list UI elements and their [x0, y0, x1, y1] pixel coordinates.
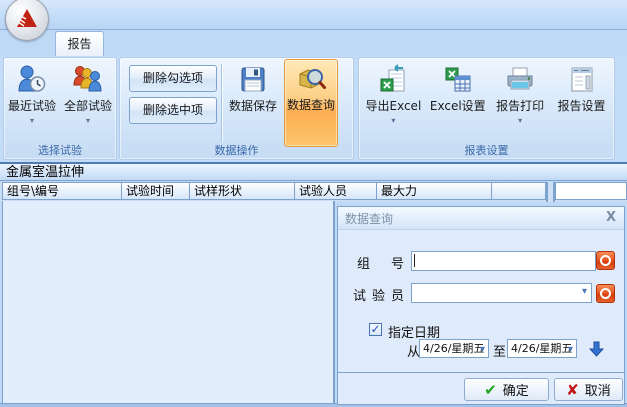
group-number-label: 组 号	[357, 253, 404, 272]
column-header-group-id[interactable]: 组号\编号	[2, 182, 122, 200]
chevron-down-icon: ▾	[518, 116, 522, 125]
excel-settings-button[interactable]: Excel设置	[428, 61, 488, 145]
ribbon-group-select-test: 最近试验 ▾ 全部试验 ▾	[3, 57, 117, 160]
text-caret	[414, 254, 415, 267]
right-pane-header	[555, 182, 627, 200]
tab-report[interactable]: 报告	[55, 31, 104, 57]
data-query-button[interactable]: 数据查询	[284, 59, 338, 147]
save-floppy-icon	[236, 61, 270, 99]
excel-settings-icon	[441, 61, 475, 99]
report-settings-button[interactable]: 报告设置	[553, 61, 611, 145]
button-label: Excel设置	[430, 99, 486, 113]
button-label: 导出Excel	[365, 99, 421, 113]
app-logo-icon	[14, 6, 40, 32]
close-icon[interactable]: X	[606, 210, 616, 225]
chevron-down-icon: ▾	[391, 116, 395, 125]
column-header-max-force[interactable]: 最大力	[376, 182, 492, 200]
button-label: 最近试验	[8, 99, 56, 113]
recent-test-icon	[15, 61, 49, 99]
specify-date-checkbox[interactable]: ✓	[369, 323, 382, 336]
dialog-title-bar: 数据查询 X	[338, 207, 624, 230]
clear-tester-button[interactable]	[596, 284, 615, 303]
chevron-down-icon: ▾	[86, 116, 90, 125]
button-label: 报告设置	[558, 99, 606, 113]
grid-header-row: 组号\编号 试验时间 试样形状 试验人员 最大力	[0, 182, 627, 202]
check-icon: ✔	[484, 381, 497, 399]
report-settings-icon	[565, 61, 599, 99]
group-label-report-settings: 报表设置	[359, 142, 614, 158]
dialog-title: 数据查询	[345, 210, 393, 227]
apply-date-arrow-icon[interactable]	[589, 341, 604, 357]
export-excel-icon	[376, 61, 410, 99]
data-save-button[interactable]: 数据保存	[225, 61, 281, 145]
cancel-label: 取消	[585, 380, 611, 399]
tester-select[interactable]: ▾	[411, 283, 592, 303]
group-label-data-operations: 数据操作	[120, 142, 353, 158]
ok-label: 确定	[503, 380, 529, 399]
combo-arrow-icon: ▾	[480, 341, 485, 358]
delete-checked-button[interactable]: 删除勾选项	[129, 65, 217, 92]
cancel-button[interactable]: ✘ 取消	[554, 378, 623, 401]
printer-icon	[503, 61, 537, 99]
delete-selected-button[interactable]: 删除选中项	[129, 97, 217, 124]
column-header-specimen-shape[interactable]: 试样形状	[189, 182, 295, 200]
combo-arrow-icon: ▾	[582, 286, 587, 297]
title-bar	[0, 0, 627, 30]
report-print-button[interactable]: 报告打印 ▾	[491, 61, 549, 145]
ribbon: 最近试验 ▾ 全部试验 ▾	[0, 56, 627, 162]
chevron-down-icon: ▾	[30, 116, 34, 125]
all-tests-icon	[71, 61, 105, 99]
to-date-select[interactable]: 4/26/星期五 ▾	[507, 339, 577, 358]
from-date-select[interactable]: 4/26/星期五 ▾	[419, 339, 489, 358]
record-ring-icon	[600, 288, 611, 299]
export-excel-button[interactable]: 导出Excel ▾	[362, 61, 424, 145]
button-label: 数据保存	[229, 99, 277, 113]
column-header-test-time[interactable]: 试验时间	[121, 182, 190, 200]
to-label: 至	[493, 341, 506, 360]
button-label: 报告打印	[496, 99, 544, 113]
app-window: 报告 最近试验 ▾	[0, 0, 627, 407]
tester-label: 试 验 员	[353, 285, 404, 304]
column-header-tester[interactable]: 试验人员	[294, 182, 377, 200]
record-ring-icon	[600, 255, 611, 266]
query-box-magnifier-icon	[294, 60, 328, 98]
all-tests-button[interactable]: 全部试验 ▾	[60, 61, 116, 145]
column-header-empty	[491, 182, 546, 200]
ok-button[interactable]: ✔ 确定	[464, 378, 549, 401]
from-date-value: 4/26/星期五	[423, 342, 484, 355]
recent-tests-button[interactable]: 最近试验 ▾	[4, 61, 60, 145]
pane-splitter[interactable]	[546, 182, 555, 202]
x-icon: ✘	[566, 381, 579, 399]
group-label-select-test: 选择试验	[4, 142, 116, 158]
group-divider	[221, 64, 222, 142]
button-label: 全部试验	[64, 99, 112, 113]
to-date-value: 4/26/星期五	[511, 342, 572, 355]
group-number-input[interactable]	[411, 251, 596, 271]
grid-title: 金属室温拉伸	[6, 165, 84, 180]
query-dialog: 数据查询 X 组 号 试 验 员 ▾ ✓ 指定日期 从 4/26/星期五 ▾ 至…	[337, 206, 625, 405]
dialog-separator	[338, 372, 624, 373]
grid-title-bar: 金属室温拉伸	[0, 162, 627, 181]
ribbon-group-report-settings: 导出Excel ▾ Excel设置	[358, 57, 615, 160]
button-label: 数据查询	[287, 98, 335, 112]
ribbon-group-data-operations: 删除勾选项 删除选中项 数据保存	[119, 57, 354, 160]
combo-arrow-icon: ▾	[568, 341, 573, 358]
grid-body[interactable]	[2, 201, 335, 403]
clear-group-button[interactable]	[596, 251, 615, 270]
ribbon-tab-strip: 报告	[0, 30, 627, 56]
